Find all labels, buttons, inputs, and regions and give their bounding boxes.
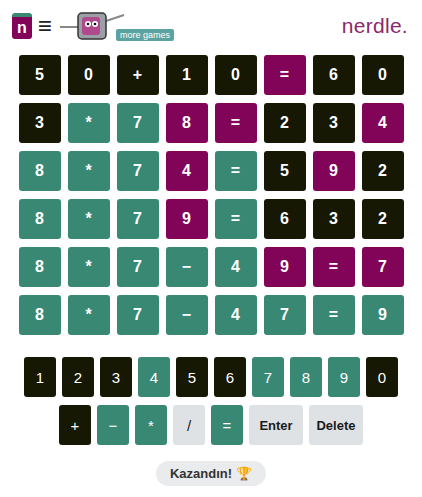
menu-button[interactable]: ≡ [38,14,52,38]
status-badge: Kazandın! 🏆 [156,461,266,486]
key[interactable]: − [97,405,129,445]
key[interactable]: / [173,405,205,445]
tile: 9 [166,199,208,239]
key-row: 1234567890 [24,357,398,397]
tile: 4 [166,151,208,191]
tile: = [313,295,355,335]
page: n≡more gamesnerdle.50+10=603*78=2348*74=… [0,0,422,497]
tile: = [215,199,257,239]
tile: 0 [68,55,110,95]
tile: 0 [362,55,404,95]
tile: 6 [313,55,355,95]
tile: 7 [117,199,159,239]
logo[interactable]: n [12,13,32,39]
tile: 9 [264,247,306,287]
tile: 4 [215,247,257,287]
key[interactable]: 0 [366,357,398,397]
key-row: +−*/=EnterDelete [59,405,363,445]
tile: 6 [264,199,306,239]
tile: 7 [117,247,159,287]
key[interactable]: 2 [62,357,94,397]
key[interactable]: * [135,405,167,445]
brand: nerdle. [342,14,408,38]
key[interactable]: 8 [290,357,322,397]
tile: 5 [264,151,306,191]
tile: 3 [313,103,355,143]
tile: 8 [19,247,61,287]
key[interactable]: Enter [249,405,303,445]
key[interactable]: 7 [252,357,284,397]
key[interactable]: 3 [100,357,132,397]
tile: 8 [19,151,61,191]
key[interactable]: + [59,405,91,445]
trophy-icon: 🏆 [236,466,252,481]
tile: * [68,199,110,239]
tile: 4 [362,103,404,143]
tile: 9 [313,151,355,191]
tile: 3 [313,199,355,239]
tile: 1 [166,55,208,95]
key[interactable]: 6 [214,357,246,397]
more-games-label: more games [116,29,174,41]
tile: * [68,103,110,143]
tile: 7 [264,295,306,335]
key[interactable]: 5 [176,357,208,397]
tile: = [215,151,257,191]
tile: + [117,55,159,95]
tile: 7 [117,151,159,191]
tile: 2 [362,199,404,239]
key[interactable]: 1 [24,357,56,397]
tile: 2 [362,151,404,191]
board: 50+10=603*78=2348*74=5928*79=6328*7−49=7… [19,55,404,335]
key[interactable]: 4 [138,357,170,397]
header: n≡ more games nerdle. [0,0,422,50]
more-games-link[interactable]: more games [58,9,174,43]
tile: 3 [19,103,61,143]
tile: − [166,247,208,287]
key[interactable]: = [211,405,243,445]
tile: 5 [19,55,61,95]
tile: 8 [19,199,61,239]
status-text: Kazandın! [170,466,232,481]
tile: 0 [215,55,257,95]
tile: = [264,55,306,95]
tile: 8 [19,295,61,335]
key[interactable]: Delete [309,405,363,445]
tile: * [68,295,110,335]
tile: − [166,295,208,335]
tile: * [68,151,110,191]
key[interactable]: 9 [328,357,360,397]
tile: 9 [362,295,404,335]
tile: = [215,103,257,143]
tile: * [68,247,110,287]
tile: = [313,247,355,287]
tile: 8 [166,103,208,143]
tile: 4 [215,295,257,335]
keyboard: 1234567890+−*/=EnterDelete [24,357,398,445]
tile: 7 [117,295,159,335]
tile: 7 [362,247,404,287]
tile: 2 [264,103,306,143]
tile: 7 [117,103,159,143]
